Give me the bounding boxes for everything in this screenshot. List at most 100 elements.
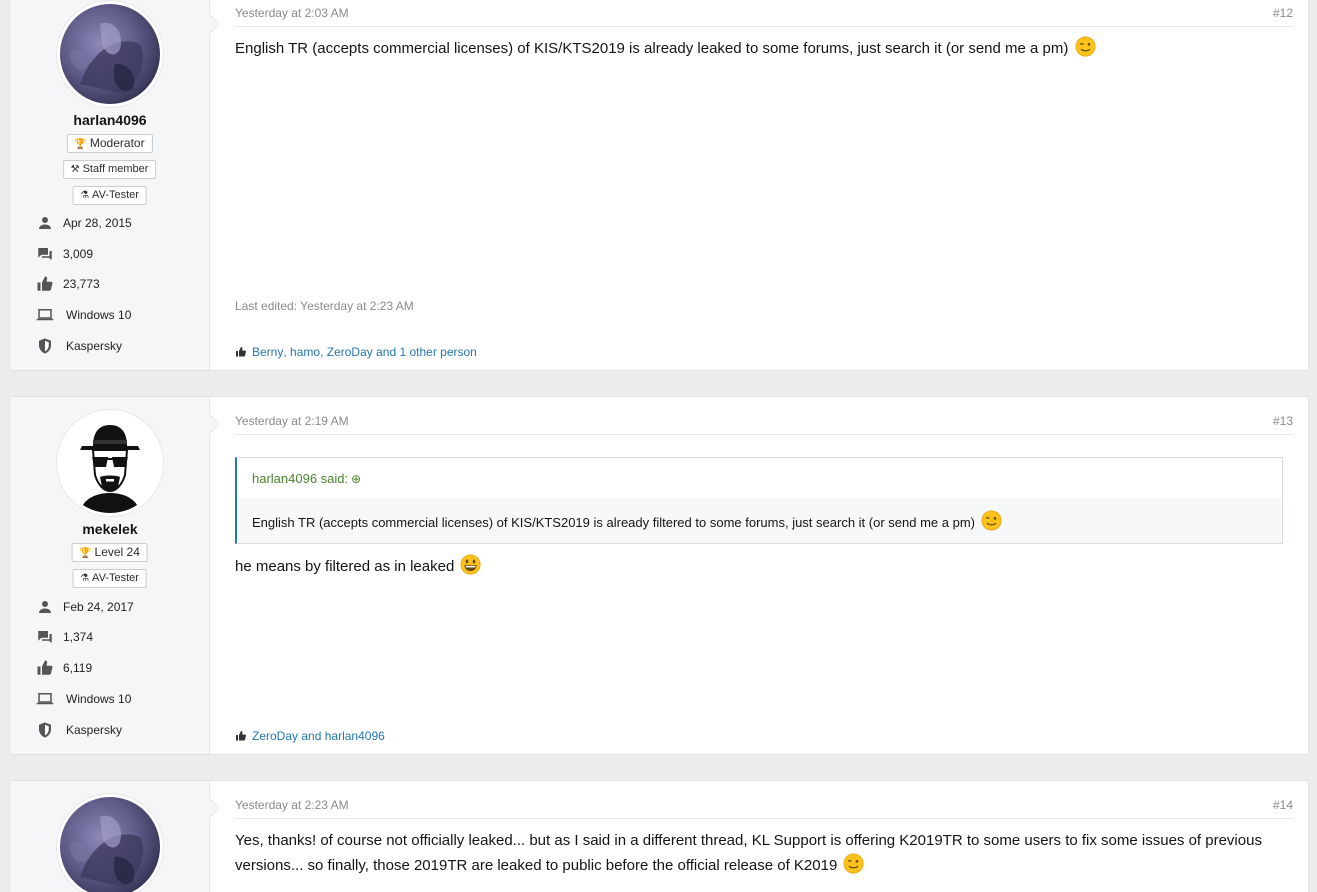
post-meta: Yesterday at 2:03 AM #12 (235, 1, 1293, 27)
trophy-icon: 🏆 (79, 548, 92, 559)
avatar-image (60, 797, 160, 892)
stat-reactions: 23,773 (36, 275, 100, 293)
likes-and: and (301, 729, 322, 743)
wink-emoji-icon (843, 853, 865, 874)
post-date[interactable]: Yesterday at 2:19 AM (235, 414, 349, 428)
post-text: he means by filtered as in leaked (235, 558, 455, 575)
stat-os: Windows 10 (36, 306, 131, 324)
badge-label: AV-Tester (92, 189, 139, 201)
shield-icon (36, 721, 54, 739)
av-tester-badge: ⚗ AV-Tester (72, 569, 147, 588)
stat-messages: 1,374 (36, 628, 93, 646)
operating-system: Windows 10 (66, 692, 132, 706)
badge-label: AV-Tester (92, 572, 139, 584)
operating-system: Windows 10 (66, 308, 132, 322)
message-count: 3,009 (63, 247, 94, 261)
reaction-score: 6,119 (63, 661, 93, 675)
avatar[interactable] (60, 797, 160, 892)
likes-and: and (376, 345, 397, 359)
thumbs-up-icon (235, 346, 247, 358)
user-info-panel: harlan4096 🏆 Moderator ⚒ Staff member ⚗ AV-… (10, 0, 220, 370)
messages-icon (36, 628, 54, 646)
post-text: Yes, thanks! of course not officially le… (235, 832, 1262, 874)
post-12: harlan4096 🏆 Moderator ⚒ Staff member ⚗ AV-… (9, 0, 1309, 371)
wink-emoji-icon (1075, 36, 1096, 57)
post-body: Yes, thanks! of course not officially le… (235, 828, 1288, 878)
staff-badge: ⚒ Staff member (62, 160, 157, 179)
like-others-link[interactable]: 1 other person (399, 345, 476, 359)
post-date[interactable]: Yesterday at 2:23 AM (235, 798, 349, 812)
stat-messages: 3,009 (36, 245, 93, 263)
likes-bar: Berny, hamo, ZeroDay and 1 other person (235, 345, 477, 359)
avatar-image (60, 4, 160, 104)
likes-bar: ZeroDay and harlan4096 (235, 729, 385, 743)
post-content: Yesterday at 2:03 AM #12 English TR (acc… (210, 0, 1308, 370)
like-user-link[interactable]: ZeroDay (252, 729, 298, 743)
user-info-panel (10, 781, 220, 892)
thumbs-up-icon (36, 659, 54, 677)
flask-icon: ⚗ (80, 190, 90, 201)
laptop-icon (36, 690, 54, 708)
user-icon (36, 598, 54, 616)
stat-joined: Feb 24, 2017 (36, 598, 134, 616)
post-number[interactable]: #13 (1273, 414, 1293, 428)
wink-emoji-icon (981, 510, 1002, 531)
flask-icon: ⚗ (80, 573, 90, 584)
avatar[interactable] (60, 413, 160, 513)
post-meta: Yesterday at 2:23 AM #14 (235, 793, 1293, 819)
user-icon (36, 214, 54, 232)
quote-block: harlan4096 said: ⊕ English TR (accepts co… (235, 457, 1283, 544)
stat-joined: Apr 28, 2015 (36, 214, 132, 232)
post-number[interactable]: #12 (1273, 6, 1293, 20)
messages-icon (36, 245, 54, 263)
post-14: Yesterday at 2:23 AM #14 Yes, thanks! of… (9, 780, 1309, 892)
last-edited: Last edited: Yesterday at 2:23 AM (235, 299, 414, 313)
like-user-link[interactable]: harlan4096 (325, 729, 385, 743)
badge-label: Staff member (82, 163, 149, 175)
avatar-image (60, 413, 160, 513)
joined-date: Feb 24, 2017 (63, 600, 134, 614)
reaction-score: 23,773 (63, 277, 100, 291)
quote-header[interactable]: harlan4096 said: ⊕ (237, 458, 1282, 498)
laptop-icon (36, 306, 54, 324)
post-text: English TR (accepts commercial licenses)… (235, 40, 1069, 57)
stat-antivirus: Kaspersky (36, 337, 122, 355)
avatar[interactable] (60, 4, 160, 104)
user-title-badge: 🏆 Moderator (66, 134, 153, 153)
badge-label: Moderator (89, 136, 145, 150)
badge-label: Level 24 (94, 545, 140, 559)
gavel-icon: ⚒ (70, 164, 80, 175)
antivirus: Kaspersky (66, 339, 123, 353)
user-info-panel: mekelek 🏆 Level 24 ⚗ AV-Tester Feb 24, 201… (10, 397, 220, 754)
av-tester-badge: ⚗ AV-Tester (72, 186, 147, 205)
post-13: mekelek 🏆 Level 24 ⚗ AV-Tester Feb 24, 201… (9, 396, 1309, 755)
thumbs-up-icon (235, 730, 247, 742)
post-body: he means by filtered as in leaked (235, 554, 1288, 579)
shield-icon (36, 337, 54, 355)
stat-reactions: 6,119 (36, 659, 92, 677)
stat-antivirus: Kaspersky (36, 721, 122, 739)
thumbs-up-icon (36, 275, 54, 293)
post-content: Yesterday at 2:19 AM #13 harlan4096 said… (210, 397, 1308, 754)
like-user-link[interactable]: hamo (290, 345, 320, 359)
quote-body: English TR (accepts commercial licenses)… (237, 498, 1282, 545)
username[interactable]: harlan4096 (10, 112, 210, 128)
arrow-up-circle-icon[interactable]: ⊕ (351, 472, 361, 486)
quote-text: English TR (accepts commercial licenses)… (252, 515, 975, 530)
post-body: English TR (accepts commercial licenses)… (235, 36, 1288, 61)
quote-author[interactable]: harlan4096 said: (252, 471, 348, 486)
post-date[interactable]: Yesterday at 2:03 AM (235, 6, 349, 20)
user-title-badge: 🏆 Level 24 (71, 543, 148, 562)
post-content: Yesterday at 2:23 AM #14 Yes, thanks! of… (210, 781, 1308, 892)
joined-date: Apr 28, 2015 (63, 216, 132, 230)
like-user-link[interactable]: ZeroDay (327, 345, 373, 359)
like-user-link[interactable]: Berny (252, 345, 283, 359)
post-number[interactable]: #14 (1273, 798, 1293, 812)
message-count: 1,374 (63, 630, 94, 644)
grin-emoji-icon (460, 554, 482, 575)
antivirus: Kaspersky (66, 723, 123, 737)
trophy-icon: 🏆 (74, 139, 87, 150)
stat-os: Windows 10 (36, 690, 131, 708)
username[interactable]: mekelek (10, 521, 210, 537)
post-meta: Yesterday at 2:19 AM #13 (235, 409, 1293, 435)
